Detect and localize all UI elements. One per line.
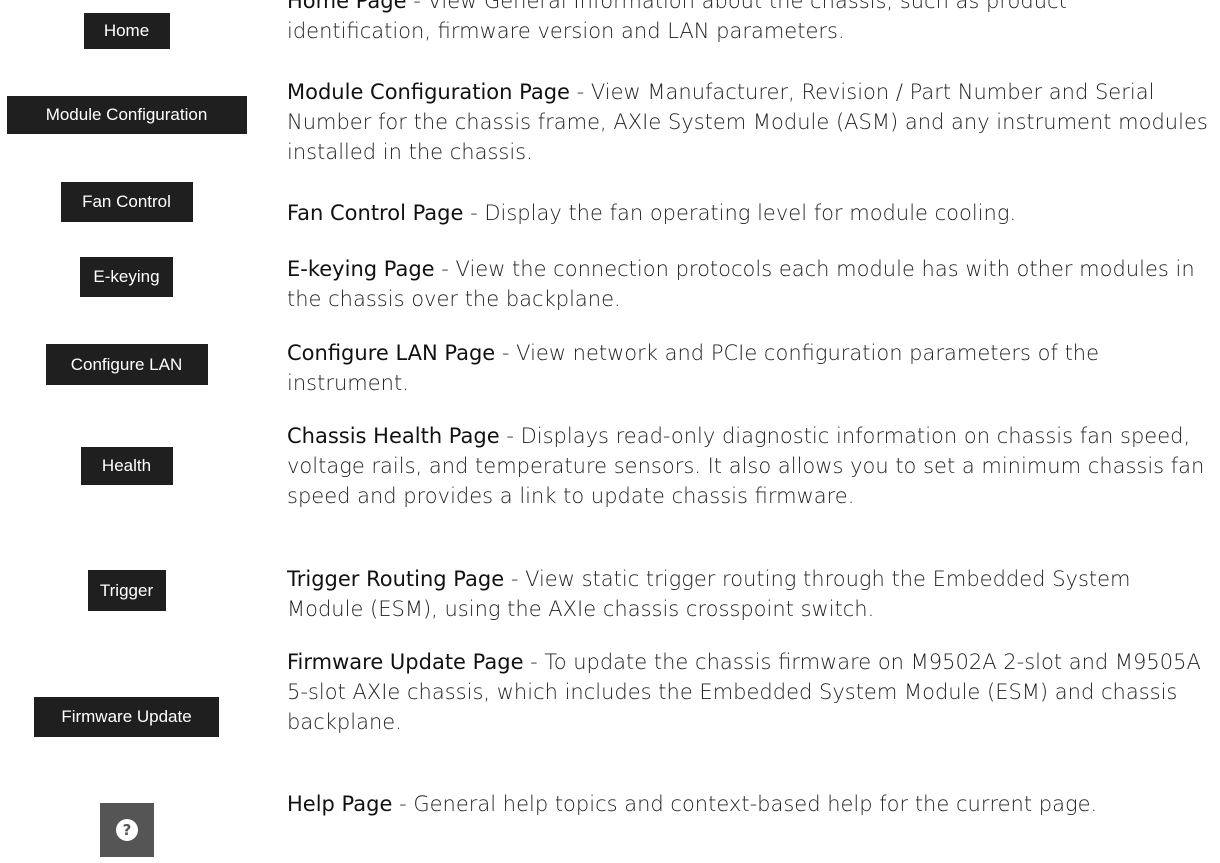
health-button[interactable]: Health (80, 447, 173, 485)
module-configuration-description: Module Configuration Page - View Manufac… (287, 77, 1210, 167)
trigger-description: Trigger Routing Page - View static trigg… (287, 564, 1210, 624)
button-cell: ? (0, 803, 253, 857)
module-configuration-page-title: Module Configuration Page (287, 80, 570, 104)
health-description: Chassis Health Page - Displays read-only… (287, 421, 1210, 511)
firmware-update-description: Firmware Update Page - To update the cha… (287, 647, 1210, 737)
help-page-title: Help Page (287, 792, 393, 816)
button-cell: Configure LAN (0, 344, 253, 385)
help-button[interactable]: ? (99, 803, 154, 857)
button-cell: Fan Control (0, 182, 253, 222)
trigger-button[interactable]: Trigger (87, 570, 166, 611)
button-cell: Home (0, 13, 253, 49)
button-cell: Firmware Update (0, 697, 253, 737)
fan-control-description: Fan Control Page - Display the fan opera… (287, 198, 1210, 228)
button-cell: Health (0, 447, 253, 485)
fan-control-page-text: - Display the fan operating level for mo… (463, 201, 1017, 225)
button-cell: Module Configuration (0, 96, 253, 134)
help-page-text: - General help topics and context-based … (392, 792, 1098, 816)
button-cell: Trigger (0, 570, 253, 611)
question-circle-icon: ? (115, 819, 138, 841)
trigger-routing-page-title: Trigger Routing Page (287, 567, 505, 591)
home-page-title: Home Page (287, 0, 407, 13)
fan-control-button[interactable]: Fan Control (60, 182, 193, 222)
button-cell: E-keying (0, 257, 253, 297)
configure-lan-description: Configure LAN Page - View network and PC… (287, 338, 1210, 398)
firmware-update-page-title: Firmware Update Page (287, 650, 524, 674)
e-keying-description: E-keying Page - View the connection prot… (287, 254, 1210, 314)
chassis-health-page-title: Chassis Health Page (287, 424, 500, 448)
svg-text:?: ? (122, 821, 131, 839)
fan-control-page-title: Fan Control Page (287, 201, 464, 225)
configure-lan-button[interactable]: Configure LAN (45, 344, 208, 385)
module-configuration-button[interactable]: Module Configuration (6, 96, 247, 134)
e-keying-button[interactable]: E-keying (80, 257, 173, 297)
firmware-update-button[interactable]: Firmware Update (34, 697, 219, 737)
home-button[interactable]: Home (83, 13, 170, 49)
home-description: Home Page - View General Information abo… (287, 0, 1210, 46)
help-description: Help Page - General help topics and cont… (287, 789, 1210, 819)
configure-lan-page-title: Configure LAN Page (287, 341, 496, 365)
e-keying-page-title: E-keying Page (287, 257, 435, 281)
